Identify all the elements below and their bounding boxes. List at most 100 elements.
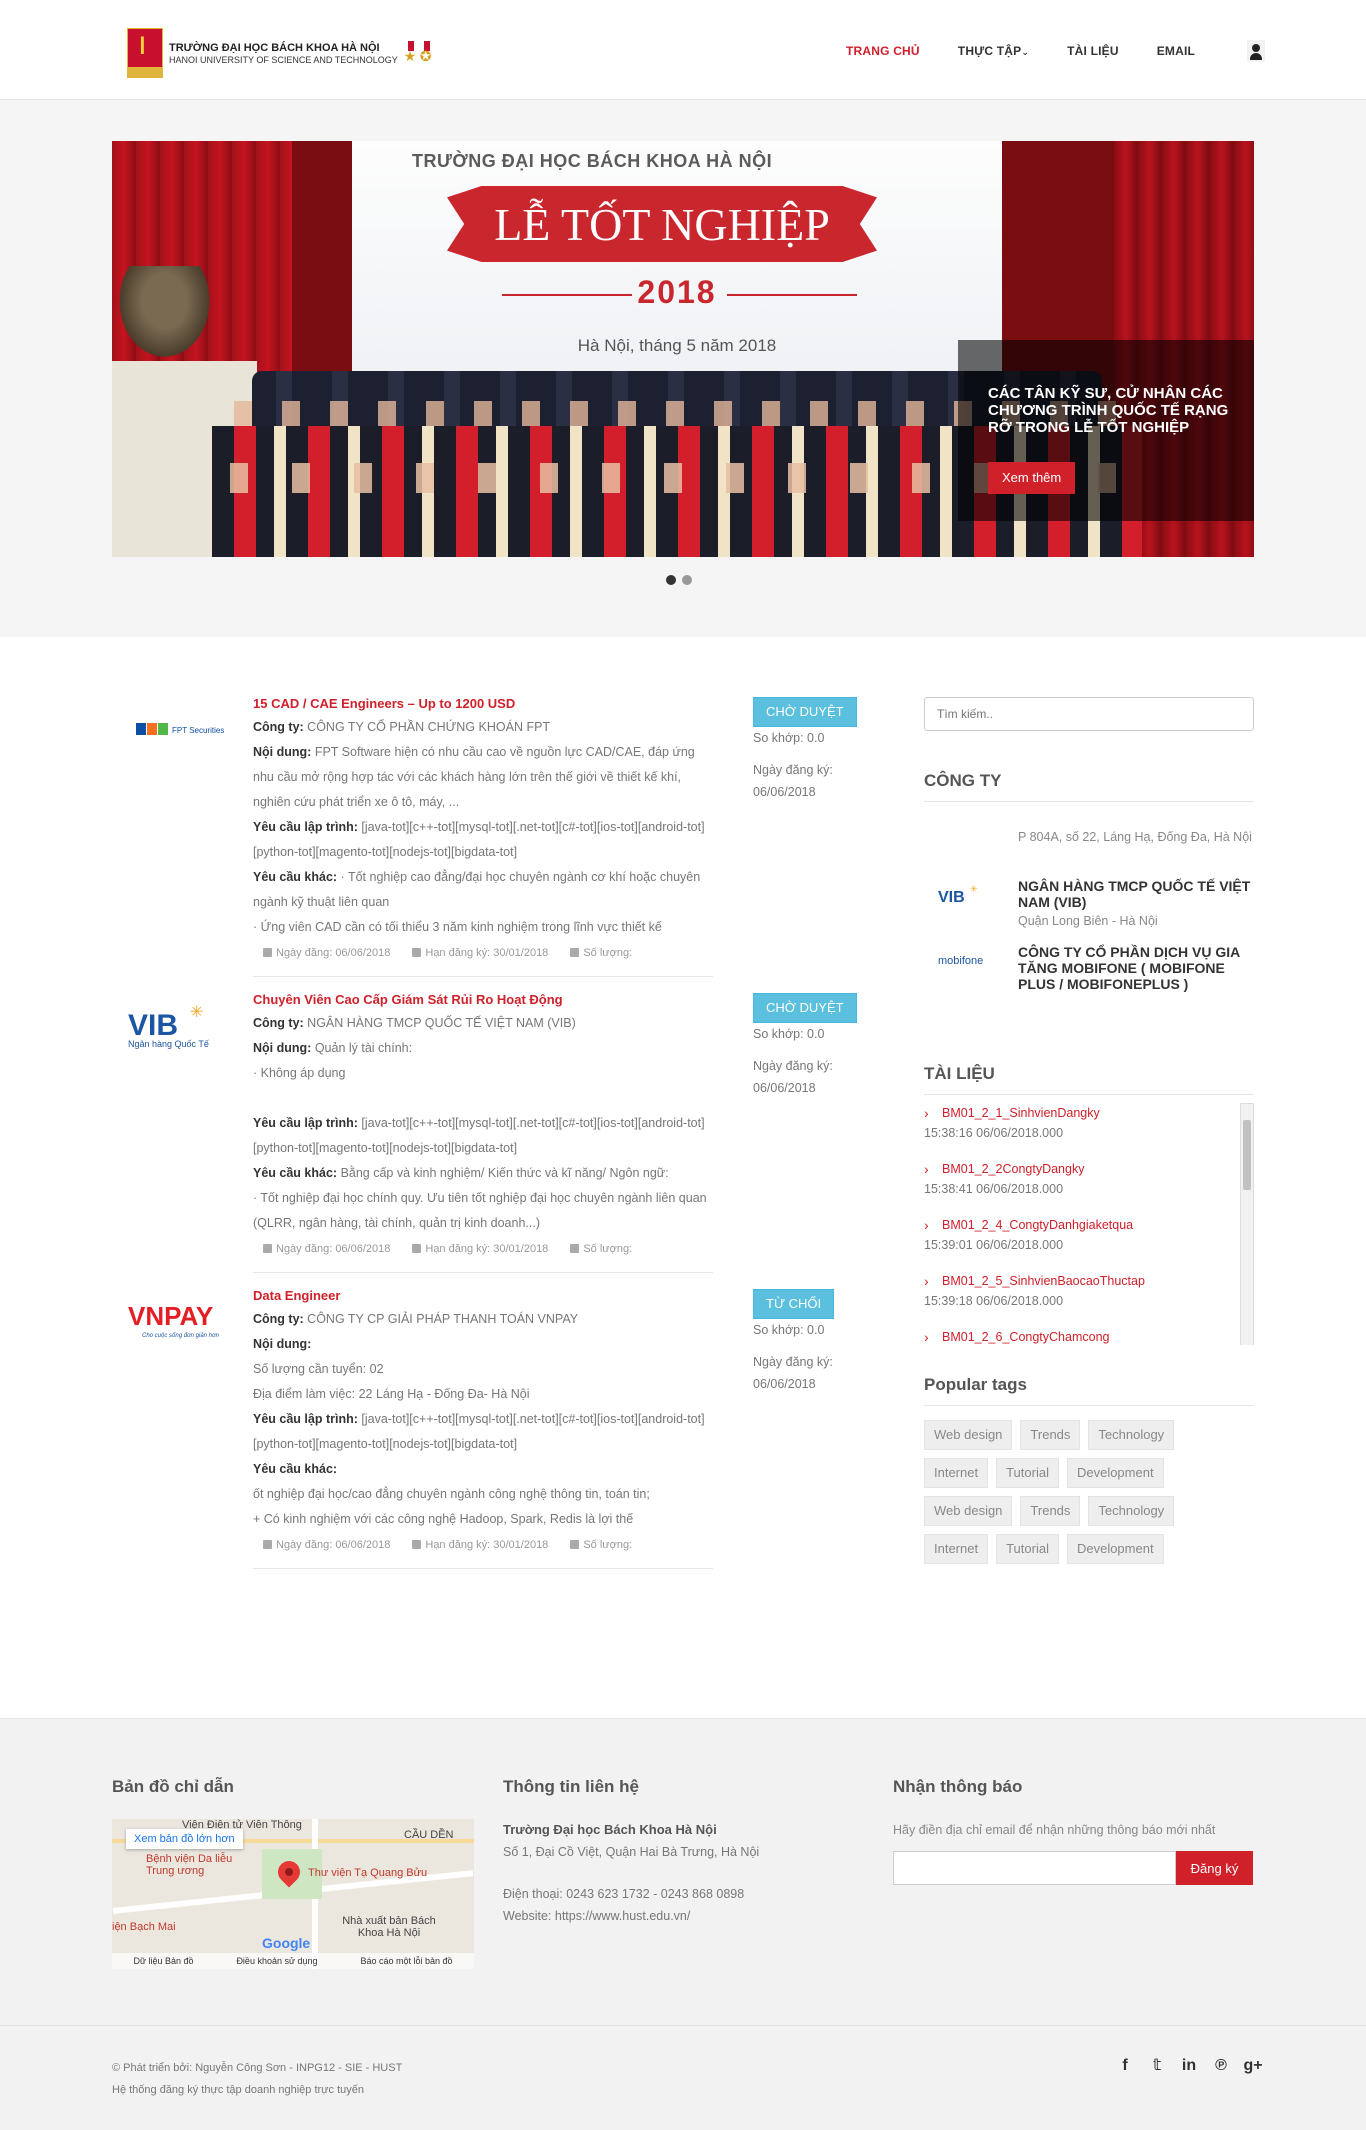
- tag[interactable]: Development: [1066, 1534, 1164, 1564]
- tag[interactable]: Trends: [1020, 1496, 1081, 1526]
- slider-dots: [666, 575, 692, 585]
- job-meta: Ngày đăng: 06/06/2018 Hạn đăng ký: 30/01…: [253, 940, 713, 976]
- job-title[interactable]: Chuyên Viên Cao Cấp Giám Sát Rủi Ro Hoạt…: [253, 989, 713, 1011]
- header: ǀ TRƯỜNG ĐẠI HỌC BÁCH KHOA HÀ NỘI HANOI …: [0, 0, 1366, 100]
- document-name[interactable]: BM01_2_1_SinhvienDangky: [924, 1103, 1254, 1123]
- company-item[interactable]: mobifone CÔNG TY CỔ PHẦN DỊCH VỤ GIA TĂN…: [924, 944, 1254, 992]
- nav-internship[interactable]: THỰC TẬP⌄: [958, 44, 1029, 58]
- fpt-logo[interactable]: FPT Securities: [112, 705, 242, 755]
- document-name[interactable]: BM01_2_6_CongtyChamcong: [924, 1327, 1254, 1345]
- tag[interactable]: Web design: [924, 1496, 1013, 1526]
- subscribe-button[interactable]: Đăng ký: [1176, 1851, 1253, 1885]
- facebook-icon[interactable]: f: [1115, 2056, 1135, 2076]
- document-scrollbar[interactable]: [1240, 1103, 1254, 1345]
- document-time: 15:38:41 06/06/2018.000: [924, 1182, 1064, 1196]
- document-name[interactable]: BM01_2_2CongtyDangky: [924, 1159, 1254, 1179]
- users-icon: [570, 948, 580, 957]
- vib-logo[interactable]: VIB ✳ Ngân hàng Quốc Tế: [112, 1001, 242, 1051]
- screen-title: LỄ TỐT NGHIỆP: [494, 199, 830, 250]
- map-terms-link[interactable]: Điều khoản sử dụng: [236, 1953, 317, 1969]
- map-data-link[interactable]: Dữ liệu Bản đồ: [133, 1953, 193, 1969]
- bust-statue: [112, 266, 217, 366]
- vnpay-logo[interactable]: VNPAY Cho cuộc sống đơn giản hơn: [112, 1297, 242, 1347]
- map-report-link[interactable]: Báo cáo một lỗi bản đồ: [360, 1953, 452, 1969]
- document-name[interactable]: BM01_2_4_CongtyDanhgiaketqua: [924, 1215, 1254, 1235]
- contact-title: Thông tin liên hệ: [503, 1777, 639, 1796]
- university-logo[interactable]: ǀ TRƯỜNG ĐẠI HỌC BÁCH KHOA HÀ NỘI HANOI …: [127, 28, 434, 78]
- job-company: Công ty: CÔNG TY CP GIẢI PHÁP THANH TOÁN…: [253, 1312, 579, 1326]
- map-larger-link[interactable]: Xem bản đồ lớn hơn: [126, 1829, 243, 1849]
- twitter-icon[interactable]: 𝕥: [1147, 2056, 1167, 2076]
- footer: Bản đồ chỉ dẫn Viện Điện tử Viễn Thông C…: [0, 1718, 1366, 2025]
- map-widget[interactable]: Viện Điện tử Viễn Thông CẦU DỀN Bệnh việ…: [112, 1819, 474, 1969]
- document-item[interactable]: BM01_2_4_CongtyDanhgiaketqua 15:39:01 06…: [924, 1215, 1254, 1255]
- tag[interactable]: Tutorial: [996, 1458, 1059, 1488]
- tag[interactable]: Internet: [924, 1534, 989, 1564]
- match-score: So khớp: 0.0: [753, 1027, 825, 1041]
- job-content-2: Số lượng cần tuyển: 02: [253, 1362, 384, 1376]
- calendar-icon: [412, 948, 422, 957]
- deadline-date: Hạn đăng ký: 30/01/2018: [412, 1236, 548, 1262]
- contact-phone: Điện thoại: 0243 623 1732 - 0243 868 089…: [503, 1887, 745, 1901]
- hero-slider[interactable]: TRƯỜNG ĐẠI HỌC BÁCH KHOA HÀ NỘI LỄ TỐT N…: [112, 141, 1254, 557]
- deadline-date: Hạn đăng ký: 30/01/2018: [412, 1532, 548, 1558]
- caption-title: CÁC TÂN KỸ SƯ, CỬ NHÂN CÁC CHƯƠNG TRÌNH …: [988, 385, 1229, 436]
- linkedin-icon[interactable]: in: [1179, 2056, 1199, 2076]
- nav-documents[interactable]: TÀI LIỆU: [1067, 44, 1119, 58]
- calendar-icon: [412, 1540, 422, 1549]
- subscribe-form: Hãy điền địa chỉ email để nhận những thô…: [893, 1819, 1253, 1885]
- tag[interactable]: Web design: [924, 1420, 1013, 1450]
- document-item[interactable]: BM01_2_1_SinhvienDangky 15:38:16 06/06/2…: [924, 1103, 1254, 1143]
- job-content-3: Địa điểm làm việc: 22 Láng Hạ - Đống Đa-…: [253, 1387, 530, 1401]
- tag[interactable]: Tutorial: [996, 1534, 1059, 1564]
- contact-name: Trường Đại học Bách Khoa Hà Nội: [503, 1822, 717, 1837]
- read-more-button[interactable]: Xem thêm: [988, 462, 1076, 494]
- tag[interactable]: Internet: [924, 1458, 989, 1488]
- email-field[interactable]: [893, 1851, 1176, 1885]
- subscribe-title: Nhận thông báo: [893, 1777, 1023, 1796]
- document-name[interactable]: BM01_2_5_SinhvienBaocaoThuctap: [924, 1271, 1254, 1291]
- contact-website[interactable]: Website: https://www.hust.edu.vn/: [503, 1905, 833, 1927]
- job-meta: Ngày đăng: 06/06/2018 Hạn đăng ký: 30/01…: [253, 1236, 713, 1272]
- job-content: Nội dung: Quản lý tài chính:: [253, 1041, 413, 1055]
- map-title: Bản đồ chỉ dẫn: [112, 1777, 234, 1796]
- job-item: VNPAY Cho cuộc sống đơn giản hơn Data En…: [112, 1285, 835, 1581]
- match-score: So khớp: 0.0: [753, 1323, 825, 1337]
- pinterest-icon[interactable]: ℗: [1211, 2056, 1231, 2076]
- slide-caption: CÁC TÂN KỸ SƯ, CỬ NHÂN CÁC CHƯƠNG TRÌNH …: [958, 340, 1254, 521]
- job-body: Data Engineer Công ty: CÔNG TY CP GIẢI P…: [253, 1285, 713, 1569]
- map-label: CẦU DỀN: [404, 1829, 454, 1841]
- tag[interactable]: Technology: [1088, 1420, 1175, 1450]
- job-status: TỪ CHỐI So khớp: 0.0 Ngày đăng ký: 06/06…: [753, 1289, 873, 1395]
- status-button[interactable]: CHỜ DUYỆT: [753, 697, 857, 727]
- slider-dot-1[interactable]: [666, 575, 676, 585]
- google-plus-icon[interactable]: g+: [1243, 2056, 1263, 2076]
- mobifone-logo: mobifone: [924, 944, 1014, 984]
- company-item[interactable]: P 804A, số 22, Láng Hạ, Đống Đa, Hà Nội: [924, 826, 1254, 866]
- document-item[interactable]: BM01_2_5_SinhvienBaocaoThuctap 15:39:18 …: [924, 1271, 1254, 1311]
- user-icon[interactable]: [1247, 40, 1266, 62]
- company-item[interactable]: VIB ✳ NGÂN HÀNG TMCP QUỐC TẾ VIỆT NAM (V…: [924, 878, 1254, 932]
- nav-home[interactable]: TRANG CHỦ: [846, 44, 920, 58]
- document-time: 15:39:01 06/06/2018.000: [924, 1238, 1064, 1252]
- tag[interactable]: Technology: [1088, 1496, 1175, 1526]
- nav-email[interactable]: EMAIL: [1157, 44, 1195, 58]
- status-button[interactable]: TỪ CHỐI: [753, 1289, 835, 1319]
- job-company: Công ty: NGÂN HÀNG TMCP QUỐC TẾ VIỆT NAM…: [253, 1016, 576, 1030]
- document-item[interactable]: BM01_2_2CongtyDangky 15:38:41 06/06/2018…: [924, 1159, 1254, 1199]
- slider-dot-2[interactable]: [682, 575, 692, 585]
- main-nav: TRANG CHỦ THỰC TẬP⌄ TÀI LIỆU EMAIL: [846, 40, 1266, 62]
- job-title[interactable]: 15 CAD / CAE Engineers – Up to 1200 USD: [253, 693, 713, 715]
- search-input[interactable]: [924, 697, 1254, 731]
- vnpay-logo-sub: Cho cuộc sống đơn giản hơn: [142, 1332, 220, 1339]
- tags-heading: Popular tags: [924, 1375, 1254, 1406]
- job-title[interactable]: Data Engineer: [253, 1285, 713, 1307]
- job-other: Yêu cầu khác:: [253, 1462, 338, 1476]
- subscribe-description: Hãy điền địa chỉ email để nhận những thô…: [893, 1823, 1216, 1837]
- tag[interactable]: Development: [1066, 1458, 1164, 1488]
- document-item[interactable]: BM01_2_6_CongtyChamcong: [924, 1327, 1254, 1345]
- register-date: 06/06/2018: [753, 1081, 816, 1095]
- status-button[interactable]: CHỜ DUYỆT: [753, 993, 857, 1023]
- job-other-3: + Có kinh nghiệm với các công nghệ Hadoo…: [253, 1512, 634, 1526]
- tag[interactable]: Trends: [1020, 1420, 1081, 1450]
